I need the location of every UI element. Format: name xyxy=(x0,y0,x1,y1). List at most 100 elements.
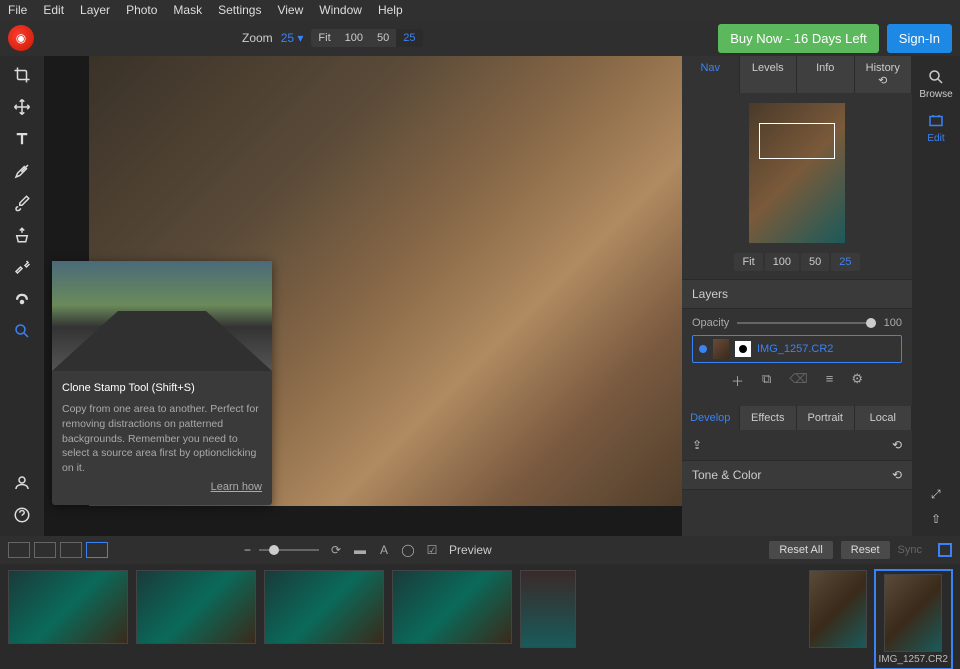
tooltip-description: Copy from one area to another. Perfect f… xyxy=(62,402,262,475)
label-a-icon[interactable]: A xyxy=(375,542,393,558)
menu-edit[interactable]: Edit xyxy=(43,3,64,17)
opacity-control: Opacity 100 xyxy=(692,317,902,329)
preset-export-icon[interactable]: ⇪ xyxy=(692,438,702,452)
menu-window[interactable]: Window xyxy=(319,3,362,17)
thumbnail-3[interactable] xyxy=(264,570,384,644)
rating-icon[interactable]: ▬ xyxy=(351,542,369,558)
crop-tool[interactable] xyxy=(8,62,36,88)
tooltip-title: Clone Stamp Tool (Shift+S) xyxy=(62,381,262,396)
bottom-bar: − ⟳ ▬ A ◯ ☑ Preview Reset All Reset Sync xyxy=(0,536,960,564)
layer-visibility-dot[interactable] xyxy=(699,345,707,353)
thumbnail-5[interactable] xyxy=(520,570,576,648)
check-icon[interactable]: ☑ xyxy=(423,542,441,558)
thumbnail-6[interactable] xyxy=(809,570,867,648)
menu-help[interactable]: Help xyxy=(378,3,403,17)
reset-all-button[interactable]: Reset All xyxy=(769,541,832,559)
merge-layers-icon[interactable]: ≡ xyxy=(826,371,834,390)
opacity-label: Opacity xyxy=(692,317,729,329)
thumbnail-4[interactable] xyxy=(392,570,512,644)
reset-button[interactable]: Reset xyxy=(841,541,890,559)
preset-row: ⇪ ⟲ xyxy=(682,430,912,460)
menu-photo[interactable]: Photo xyxy=(126,3,157,17)
zoom-fit[interactable]: Fit xyxy=(311,29,337,47)
thumb-size-minus-icon[interactable]: − xyxy=(244,543,251,557)
navigator-preview[interactable] xyxy=(682,93,912,253)
red-eye-tool[interactable] xyxy=(8,286,36,312)
zoom-controls: Zoom 25 ▾ Fit 100 50 25 xyxy=(242,29,423,47)
opacity-slider[interactable] xyxy=(737,322,875,324)
toolbar-icons: ⟳ ▬ A ◯ ☑ xyxy=(327,542,441,558)
menu-view[interactable]: View xyxy=(277,3,303,17)
clone-stamp-tool[interactable] xyxy=(8,222,36,248)
canvas[interactable]: Clone Stamp Tool (Shift+S) Copy from one… xyxy=(44,56,682,536)
zoom-100[interactable]: 100 xyxy=(338,29,370,47)
tab-levels[interactable]: Levels xyxy=(740,56,798,93)
menu-mask[interactable]: Mask xyxy=(173,3,202,17)
delete-layer-icon[interactable]: ⌫ xyxy=(789,371,807,390)
user-icon[interactable] xyxy=(8,470,36,496)
sync-button[interactable]: Sync xyxy=(898,544,922,556)
share-icon[interactable]: ⇧ xyxy=(931,512,941,526)
layer-settings-icon[interactable]: ⚙ xyxy=(851,371,863,390)
opacity-value: 100 xyxy=(884,317,902,329)
thumbnail-2[interactable] xyxy=(136,570,256,644)
tab-history[interactable]: History ⟲ xyxy=(855,56,913,93)
thumb-size-slider[interactable] xyxy=(259,549,319,551)
tab-develop[interactable]: Develop xyxy=(682,406,740,430)
view-mode-icons xyxy=(8,542,108,558)
add-layer-icon[interactable]: ＋ xyxy=(731,371,744,390)
view-compare-icon[interactable] xyxy=(34,542,56,558)
sync-indicator-icon[interactable] xyxy=(938,543,952,557)
tooltip-learn-link[interactable]: Learn how xyxy=(62,480,262,495)
text-tool[interactable] xyxy=(8,126,36,152)
preset-reset-icon[interactable]: ⟲ xyxy=(892,438,902,452)
layer-operations: ＋ ⧉ ⌫ ≡ ⚙ xyxy=(692,363,902,398)
preview-label[interactable]: Preview xyxy=(449,543,492,557)
view-filmstrip-icon[interactable] xyxy=(86,542,108,558)
rotate-icon[interactable]: ⟳ xyxy=(327,542,345,558)
tab-nav[interactable]: Nav xyxy=(682,56,740,93)
thumbnail-7-selected[interactable]: IMG_1257.CR2 xyxy=(875,570,952,669)
zoom-25[interactable]: 25 xyxy=(396,29,422,47)
tab-portrait[interactable]: Portrait xyxy=(797,406,855,430)
tab-effects[interactable]: Effects xyxy=(740,406,798,430)
tooltip-preview-image xyxy=(52,261,272,371)
layer-mask-icon[interactable] xyxy=(735,341,751,357)
circle-icon[interactable]: ◯ xyxy=(399,542,417,558)
duplicate-layer-icon[interactable]: ⧉ xyxy=(762,371,771,390)
move-tool[interactable] xyxy=(8,94,36,120)
tab-info[interactable]: Info xyxy=(797,56,855,93)
expand-icon[interactable]: ⤢ xyxy=(931,487,941,502)
menu-settings[interactable]: Settings xyxy=(218,3,261,17)
nav-zoom-fit[interactable]: Fit xyxy=(734,253,762,271)
tone-color-header[interactable]: Tone & Color⟲ xyxy=(682,460,912,490)
thumbnail-7 xyxy=(884,574,942,652)
tone-reset-icon[interactable]: ⟲ xyxy=(892,468,902,482)
zoom-50[interactable]: 50 xyxy=(370,29,396,47)
nav-zoom-25[interactable]: 25 xyxy=(831,253,859,271)
nav-zoom-100[interactable]: 100 xyxy=(765,253,799,271)
zoom-tool[interactable] xyxy=(8,318,36,344)
brush-tool[interactable] xyxy=(8,190,36,216)
develop-tabs: Develop Effects Portrait Local xyxy=(682,406,912,430)
view-grid-icon[interactable] xyxy=(60,542,82,558)
nav-zoom-50[interactable]: 50 xyxy=(801,253,829,271)
sign-in-button[interactable]: Sign-In xyxy=(887,24,952,53)
tab-local[interactable]: Local xyxy=(855,406,913,430)
navigator-image xyxy=(749,103,845,243)
edit-mode[interactable]: Edit xyxy=(923,108,949,148)
thumbnail-1[interactable] xyxy=(8,570,128,644)
layers-header[interactable]: Layers xyxy=(682,279,912,309)
heal-tool[interactable] xyxy=(8,254,36,280)
browse-mode[interactable]: Browse xyxy=(915,64,956,104)
zoom-value[interactable]: 25 ▾ xyxy=(281,31,304,45)
view-single-icon[interactable] xyxy=(8,542,30,558)
help-icon[interactable] xyxy=(8,502,36,528)
navigator-viewport-rect[interactable] xyxy=(759,123,835,159)
menu-file[interactable]: File xyxy=(8,3,27,17)
color-picker-tool[interactable] xyxy=(8,158,36,184)
layer-row[interactable]: IMG_1257.CR2 xyxy=(692,335,902,363)
menu-layer[interactable]: Layer xyxy=(80,3,110,17)
buy-now-button[interactable]: Buy Now - 16 Days Left xyxy=(718,24,879,53)
filmstrip[interactable]: IMG_1257.CR2 xyxy=(0,564,960,660)
